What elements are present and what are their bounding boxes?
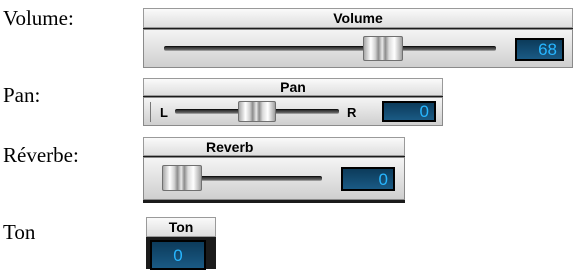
reverb-label: Réverbe: bbox=[3, 143, 79, 167]
pan-label: Pan: bbox=[3, 83, 41, 107]
reverb-value-display: 0 bbox=[341, 167, 395, 191]
volume-track[interactable] bbox=[164, 46, 496, 51]
reverb-header: Reverb bbox=[143, 137, 405, 156]
volume-label: Volume: bbox=[3, 6, 74, 30]
pan-right-label: R bbox=[347, 105, 357, 120]
reverb-slider-knob[interactable] bbox=[162, 165, 202, 191]
reverb-control: Reverb 0 bbox=[143, 137, 405, 203]
pan-left-divider bbox=[150, 102, 151, 122]
ton-body: 0 bbox=[146, 237, 216, 270]
ton-header: Ton bbox=[146, 217, 216, 237]
ton-control: Ton 0 bbox=[146, 217, 216, 270]
volume-control: Volume 68 bbox=[143, 8, 573, 68]
reverb-body: 0 bbox=[143, 157, 405, 200]
volume-header: Volume bbox=[143, 8, 573, 28]
volume-value-display: 68 bbox=[515, 38, 564, 61]
pan-header: Pan bbox=[143, 78, 443, 96]
pan-control: Pan L R 0 bbox=[143, 78, 443, 126]
ton-value-display[interactable]: 0 bbox=[150, 240, 206, 270]
pan-left-label: L bbox=[160, 105, 168, 120]
volume-slider-knob[interactable] bbox=[362, 36, 403, 61]
pan-body: L R 0 bbox=[143, 97, 443, 126]
pan-value-display: 0 bbox=[382, 101, 436, 122]
volume-body: 68 bbox=[143, 29, 573, 68]
ton-label: Ton bbox=[3, 220, 36, 244]
pan-slider-knob[interactable] bbox=[238, 101, 276, 122]
